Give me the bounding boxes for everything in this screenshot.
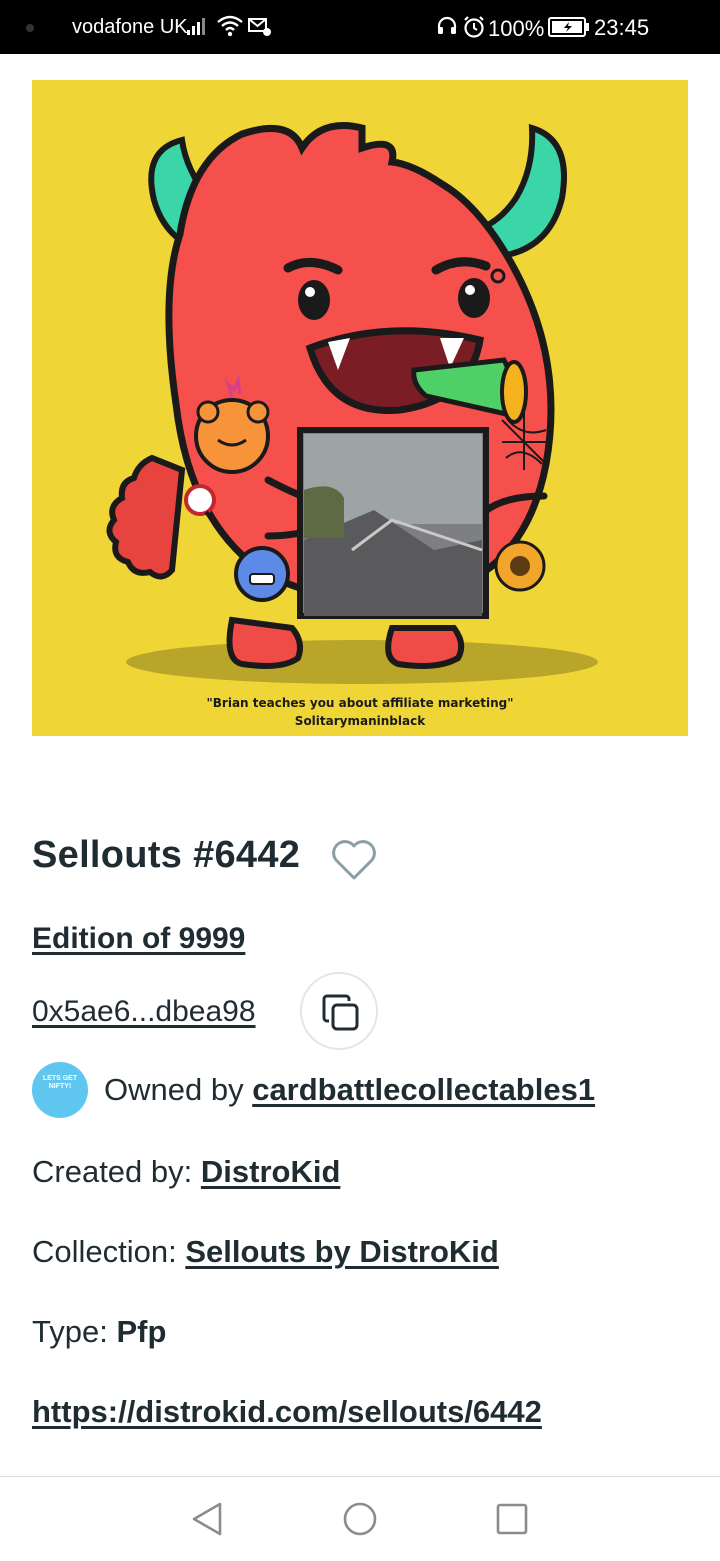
contract-address-link[interactable]: 0x5ae6...dbea98 <box>32 995 256 1029</box>
alarm-icon <box>464 16 484 38</box>
creator-link[interactable]: DistroKid <box>201 1154 341 1189</box>
edition-link[interactable]: Edition of 9999 <box>32 922 245 956</box>
owner-link[interactable]: cardbattlecollectables1 <box>252 1072 595 1107</box>
collection-row: Collection: Sellouts by DistroKid <box>32 1234 499 1270</box>
type-value: Pfp <box>116 1314 167 1349</box>
battery-icon <box>548 17 589 37</box>
copy-icon <box>322 994 359 1031</box>
created-by-label: Created by: <box>32 1154 193 1189</box>
nft-artwork[interactable]: "Brian teaches you about affiliate marke… <box>32 80 688 736</box>
battery-percent: 100% <box>488 16 545 41</box>
external-url-link[interactable]: https://distrokid.com/sellouts/6442 <box>32 1394 542 1430</box>
type-row: Type: Pfp <box>32 1314 166 1350</box>
home-icon[interactable] <box>342 1501 378 1537</box>
signal-icon <box>187 18 205 35</box>
monster-illustration <box>106 122 598 684</box>
artwork-caption-artist: Solitarymaninblack <box>294 714 426 728</box>
created-by-row: Created by: DistroKid <box>32 1154 340 1190</box>
notification-dot <box>26 24 34 32</box>
system-nav-bar <box>0 1476 720 1561</box>
heart-icon[interactable] <box>330 838 378 882</box>
wifi-icon <box>217 15 243 37</box>
message-icon <box>248 18 271 36</box>
back-icon[interactable] <box>190 1501 224 1537</box>
nft-title: Sellouts #6442 <box>32 834 301 876</box>
artwork-caption-title: "Brian teaches you about affiliate marke… <box>206 696 514 710</box>
carrier-name: vodafone UK <box>72 16 188 38</box>
type-label: Type: <box>32 1314 108 1349</box>
collection-link[interactable]: Sellouts by DistroKid <box>185 1234 498 1269</box>
owner-avatar[interactable]: LETS GET NIFTY! <box>32 1062 88 1118</box>
copy-address-button[interactable] <box>300 972 378 1050</box>
headset-icon <box>437 16 457 34</box>
status-bar: vodafone UK 100% 23:45 <box>0 0 720 54</box>
clock: 23:45 <box>594 15 650 40</box>
owned-by-label: Owned by <box>104 1072 244 1107</box>
title-row: Sellouts #6442 <box>32 834 376 884</box>
collection-label: Collection: <box>32 1234 177 1269</box>
recents-icon[interactable] <box>496 1503 528 1535</box>
